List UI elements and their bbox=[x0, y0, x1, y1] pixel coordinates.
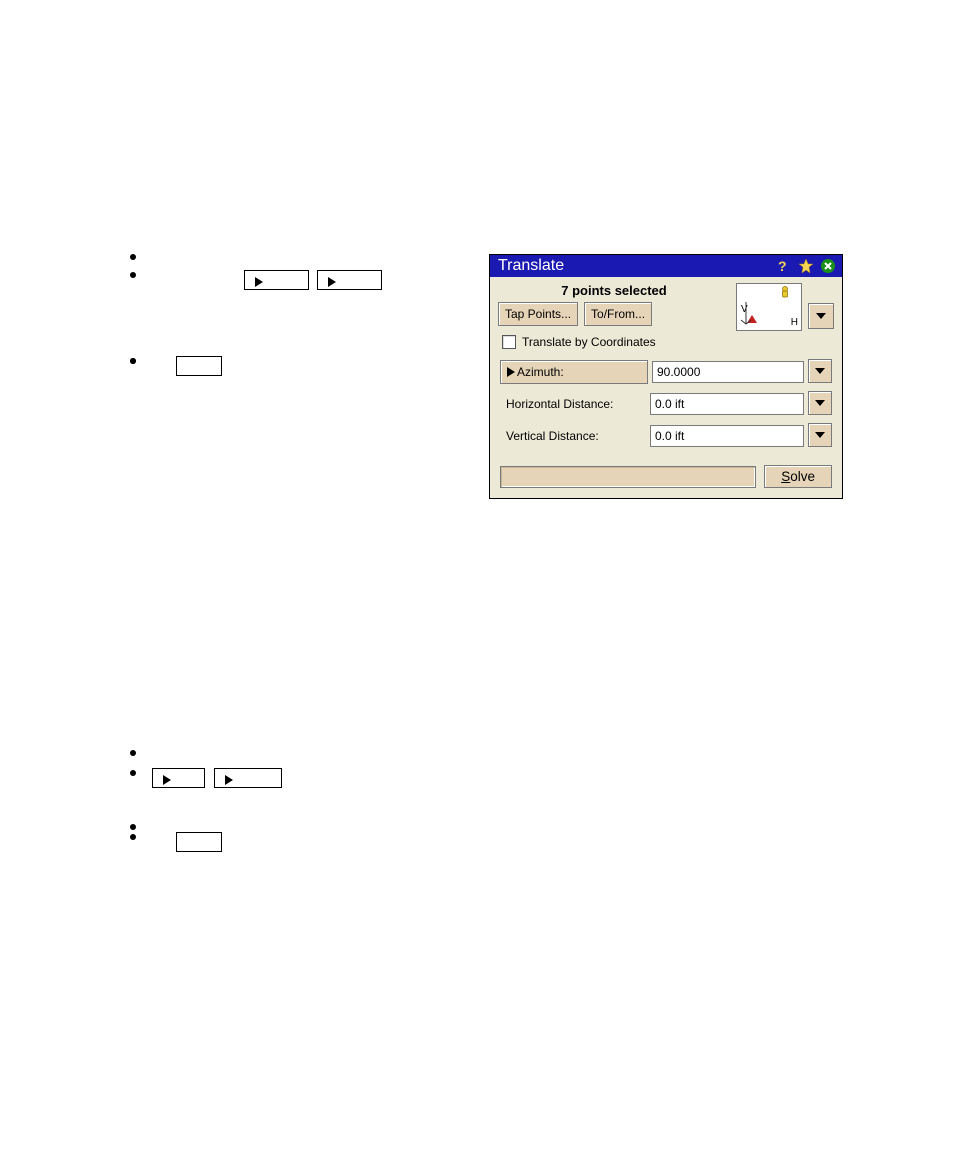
horizontal-distance-input[interactable]: 0.0 ift bbox=[650, 393, 804, 415]
horizontal-distance-label: Horizontal Distance: bbox=[500, 393, 646, 415]
inline-arrow-button-3 bbox=[152, 768, 205, 788]
vertical-distance-label: Vertical Distance: bbox=[500, 425, 646, 447]
azimuth-dropdown-button[interactable] bbox=[808, 359, 832, 383]
preview-dropdown-button[interactable] bbox=[808, 303, 834, 329]
translate-by-coordinates-label: Translate by Coordinates bbox=[522, 335, 656, 349]
status-bar bbox=[500, 466, 756, 488]
solve-button[interactable]: Solve bbox=[764, 465, 832, 488]
help-icon[interactable]: ? bbox=[776, 258, 792, 274]
inline-arrow-button-1 bbox=[244, 270, 309, 290]
instruction-list-2 bbox=[130, 748, 830, 870]
svg-text:?: ? bbox=[778, 258, 787, 274]
preview-pane: V H bbox=[736, 283, 802, 331]
vertical-dropdown-button[interactable] bbox=[808, 423, 832, 447]
to-from-button[interactable]: To/From... bbox=[584, 302, 652, 326]
dialog-title: Translate bbox=[498, 257, 772, 275]
inline-button-solve-ref bbox=[176, 356, 221, 376]
inline-button-ref-2 bbox=[176, 832, 221, 852]
dialog-titlebar: Translate ? bbox=[490, 255, 842, 277]
star-icon[interactable] bbox=[798, 258, 814, 274]
horizontal-dropdown-button[interactable] bbox=[808, 391, 832, 415]
translate-by-coordinates-checkbox[interactable] bbox=[502, 335, 516, 349]
inline-arrow-button-4 bbox=[214, 768, 283, 788]
arrow-icon bbox=[739, 302, 753, 328]
solve-button-rest: olve bbox=[790, 469, 815, 484]
points-selected-count: 7 points selected bbox=[498, 283, 730, 298]
tap-points-button[interactable]: Tap Points... bbox=[498, 302, 578, 326]
vertical-distance-input[interactable]: 0.0 ift bbox=[650, 425, 804, 447]
translate-dialog: Translate ? 7 points selected Tap Points… bbox=[489, 254, 843, 499]
azimuth-label-button[interactable]: Azimuth: bbox=[500, 360, 648, 384]
h-axis-label: H bbox=[791, 317, 798, 328]
azimuth-input[interactable]: 90.0000 bbox=[652, 361, 804, 383]
person-icon bbox=[779, 286, 791, 303]
close-icon[interactable] bbox=[820, 258, 836, 274]
instruction-list-1 bbox=[130, 252, 475, 394]
azimuth-label: Azimuth: bbox=[517, 361, 564, 383]
inline-arrow-button-2 bbox=[317, 270, 382, 290]
